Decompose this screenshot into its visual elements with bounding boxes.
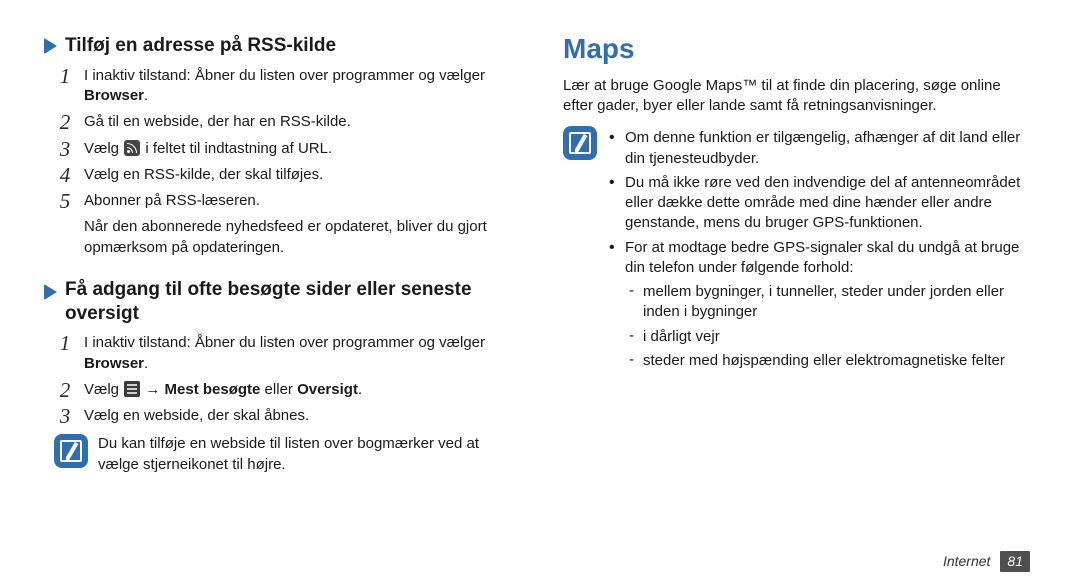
step-item: Gå til en webside, der har en RSS-kilde. <box>54 110 511 134</box>
step-item: I inaktiv tilstand: Åbner du listen over… <box>54 331 511 376</box>
bullet-item: Om denne funktion er tilgængelig, afhæng… <box>607 126 1030 171</box>
bookmarks-icon <box>124 381 140 397</box>
maps-dashes: mellem bygninger, i tunneller, steder un… <box>625 280 1030 373</box>
section-title: Tilføj en adresse på RSS-kilde <box>65 34 336 58</box>
step-post: . <box>144 87 148 104</box>
rss-steps: I inaktiv tilstand: Åbner du listen over… <box>54 64 511 214</box>
dash-item: mellem bygninger, i tunneller, steder un… <box>625 280 1030 325</box>
dash-item: i dårligt vejr <box>625 325 1030 349</box>
maps-note: Om denne funktion er tilgængelig, afhæng… <box>563 126 1030 377</box>
step-item: Vælg en webside, der skal åbnes. <box>54 404 511 428</box>
chevron-right-icon <box>44 284 57 300</box>
step-text: Vælg <box>84 140 123 157</box>
note-icon <box>563 126 597 160</box>
step-bold: Browser <box>84 355 144 372</box>
step-post: . <box>358 381 362 398</box>
manual-page: Tilføj en adresse på RSS-kilde I inaktiv… <box>0 0 1080 586</box>
dash-item: steder med højspænding eller elektromagn… <box>625 349 1030 373</box>
step-text: Gå til en webside, der har en RSS-kilde. <box>84 113 351 130</box>
step-text: I inaktiv tilstand: Åbner du listen over… <box>84 334 485 351</box>
section-title: Få adgang til ofte besøgte sider eller s… <box>65 278 511 326</box>
bullet-item: Du må ikke røre ved den indvendige del a… <box>607 171 1030 236</box>
frequent-steps: I inaktiv tilstand: Åbner du listen over… <box>54 331 511 428</box>
step-text: Vælg <box>84 381 123 398</box>
step-mid: → <box>141 381 164 398</box>
step-continuation: Når den abonnerede nyhedsfeed er opdater… <box>84 217 511 258</box>
note-text: Du kan tilføje en webside til listen ove… <box>98 434 511 475</box>
right-column: Maps Lær at bruge Google Maps™ til at fi… <box>537 30 1030 576</box>
step-item: Vælg en RSS-kilde, der skal tilføjes. <box>54 163 511 187</box>
bullet-text: For at modtage bedre GPS-signaler skal d… <box>625 239 1019 276</box>
section-heading-rss: Tilføj en adresse på RSS-kilde <box>44 34 511 58</box>
step-text: Vælg en RSS-kilde, der skal tilføjes. <box>84 166 323 183</box>
step-bold: Browser <box>84 87 144 104</box>
step-post: i feltet til indtastning af URL. <box>141 140 332 157</box>
maps-heading: Maps <box>563 30 1030 68</box>
left-column: Tilføj en adresse på RSS-kilde I inaktiv… <box>44 30 537 576</box>
step-item: Vælg i feltet til indtastning af URL. <box>54 137 511 161</box>
note-icon <box>54 434 88 468</box>
note-bookmark-star: Du kan tilføje en webside til listen ove… <box>54 434 511 475</box>
step-bold2: Oversigt <box>297 381 358 398</box>
step-item: I inaktiv tilstand: Åbner du listen over… <box>54 64 511 109</box>
note-body: Om denne funktion er tilgængelig, afhæng… <box>607 126 1030 377</box>
section-heading-frequent: Få adgang til ofte besøgte sider eller s… <box>44 278 511 326</box>
step-text: Abonner på RSS-læseren. <box>84 192 260 209</box>
bullet-item: For at modtage bedre GPS-signaler skal d… <box>607 236 1030 378</box>
maps-bullets: Om denne funktion er tilgængelig, afhæng… <box>607 126 1030 377</box>
chevron-right-icon <box>44 38 57 54</box>
page-footer: Internet 81 <box>943 551 1030 572</box>
step-post: . <box>144 355 148 372</box>
step-mid2: eller <box>260 381 297 398</box>
step-item: Vælg → Mest besøgte eller Oversigt. <box>54 378 511 402</box>
step-text: Vælg en webside, der skal åbnes. <box>84 407 309 424</box>
footer-section: Internet <box>943 552 990 571</box>
step-item: Abonner på RSS-læseren. <box>54 189 511 213</box>
rss-icon <box>124 140 140 156</box>
footer-page-number: 81 <box>1000 551 1030 572</box>
step-bold: Mest besøgte <box>165 381 261 398</box>
maps-intro: Lær at bruge Google Maps™ til at finde d… <box>563 76 1030 117</box>
step-text: I inaktiv tilstand: Åbner du listen over… <box>84 67 485 84</box>
